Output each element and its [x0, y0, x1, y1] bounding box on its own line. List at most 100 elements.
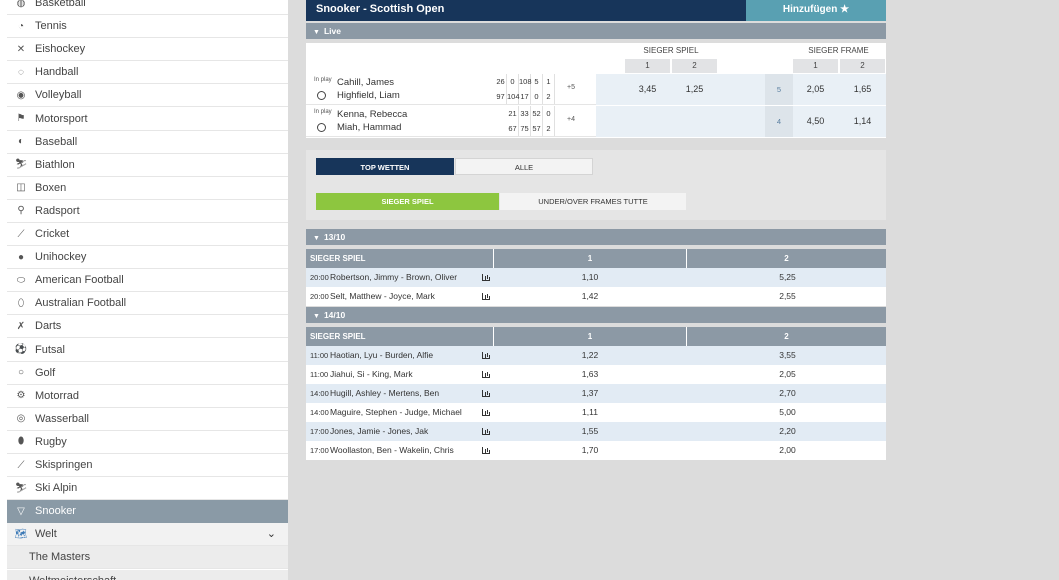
odd-frame-1[interactable]: 4,50	[793, 116, 838, 126]
collapse-triangle-icon: ▼	[313, 29, 320, 36]
live-section-header[interactable]: ▼ Live	[306, 23, 886, 39]
sidebar-subitem[interactable]: The Masters	[7, 546, 288, 570]
score-cell: 33	[519, 106, 531, 121]
rugby-icon: ⬮	[17, 436, 25, 448]
golf-icon: ○	[17, 367, 25, 379]
live-match-row[interactable]: In play Cahill, James Highfield, Liam 26 0…	[306, 74, 886, 105]
sidebar-item[interactable]: ⛷ Biathlon	[7, 154, 288, 177]
score-cell: 2	[543, 89, 555, 104]
sidebar-item[interactable]: ▽ Snooker	[7, 500, 288, 524]
more-markets-link[interactable]: +5	[567, 84, 575, 91]
sidebar-item[interactable]: ◔ Tennis	[7, 15, 288, 39]
statistics-icon[interactable]	[482, 274, 490, 281]
match-name[interactable]: Jiahui, Si - King, Mark	[330, 365, 413, 384]
score-cell: 108	[519, 74, 532, 89]
odd-2[interactable]: 2,55	[689, 287, 886, 306]
odd-1[interactable]: 1,37	[494, 384, 686, 403]
table-row[interactable]: 17:00 Woollaston, Ben - Wakelin, Chris 1…	[306, 441, 886, 460]
match-name[interactable]: Robertson, Jimmy - Brown, Oliver	[330, 268, 457, 287]
live-label: Live	[323, 26, 341, 36]
odd-1[interactable]: 1,11	[494, 403, 686, 422]
odd-frame-2[interactable]: 1,14	[840, 116, 885, 126]
odd-1[interactable]: 1,70	[494, 441, 686, 460]
date-section-header[interactable]: ▼ 14/10	[306, 307, 886, 323]
table-row[interactable]: 11:00 Haotian, Lyu - Burden, Alfie 1,22 …	[306, 346, 886, 365]
sidebar-item[interactable]: ⬭ American Football	[7, 269, 288, 293]
tab-top-wetten[interactable]: TOP WETTEN	[316, 158, 454, 175]
sidebar-item[interactable]: ⚽ Futsal	[7, 339, 288, 362]
statistics-icon[interactable]	[482, 409, 490, 416]
sidebar-item[interactable]: ◎ Wasserball	[7, 408, 288, 431]
score-cell: 75	[519, 121, 531, 136]
match-name[interactable]: Jones, Jamie - Jones, Jak	[330, 422, 428, 441]
volleyball-icon: ◉	[16, 89, 26, 101]
sidebar-item[interactable]: ⟋ Skispringen	[7, 454, 288, 477]
sidebar-item[interactable]: ◫ Boxen	[7, 177, 288, 200]
odd-2[interactable]: 5,25	[689, 268, 886, 287]
sidebar-subitem[interactable]: Weltmeisterschaft	[7, 569, 288, 580]
statistics-icon[interactable]	[482, 352, 490, 359]
match-time: 20:00	[310, 292, 329, 301]
match-name[interactable]: Maguire, Stephen - Judge, Michael	[330, 403, 462, 422]
statistics-icon[interactable]	[482, 428, 490, 435]
tab-sieger-spiel[interactable]: SIEGER SPIEL	[316, 193, 499, 210]
table-row[interactable]: 14:00 Hugill, Ashley - Mertens, Ben 1,37…	[306, 384, 886, 403]
sidebar-item[interactable]: ⬯ Australian Football	[7, 292, 288, 316]
odd-1[interactable]: 1,42	[494, 287, 686, 306]
table-row[interactable]: 17:00 Jones, Jamie - Jones, Jak 1,55 2,2…	[306, 422, 886, 441]
tab-under-over-frames[interactable]: UNDER/OVER FRAMES TUTTE	[500, 193, 686, 210]
live-match-row[interactable]: In play Kenna, Rebecca Miah, Hammad 21 33 5…	[306, 106, 886, 137]
sidebar-item[interactable]: ✕ Eishockey	[7, 38, 288, 62]
sidebar-item[interactable]: ◐ Baseball	[7, 131, 288, 154]
odd-2[interactable]: 2,20	[689, 422, 886, 441]
sidebar-item[interactable]: ○ Golf	[7, 362, 288, 385]
match-name[interactable]: Hugill, Ashley - Mertens, Ben	[330, 384, 439, 403]
statistics-icon[interactable]	[482, 390, 490, 397]
sidebar-item[interactable]: ⬮ Rugby	[7, 431, 288, 454]
odd-frame-1[interactable]: 2,05	[793, 84, 838, 94]
more-markets-link[interactable]: +4	[567, 116, 575, 123]
odd-2[interactable]: 2,70	[689, 384, 886, 403]
odd-1[interactable]: 1,10	[494, 268, 686, 287]
date-section-header[interactable]: ▼ 13/10	[306, 229, 886, 245]
sidebar-item[interactable]: ⚙ Motorrad	[7, 385, 288, 408]
odd-1[interactable]: 1,55	[494, 422, 686, 441]
sidebar-item[interactable]: ● Unihockey	[7, 246, 288, 270]
sidebar-item[interactable]: ◍ Basketball	[7, 0, 288, 15]
sidebar-region-welt[interactable]: 🗺 Welt ⌄	[7, 523, 288, 547]
odd-1[interactable]: 1,63	[494, 365, 686, 384]
cycling-icon: ⚲	[17, 205, 25, 217]
odd-2[interactable]: 2,05	[689, 365, 886, 384]
sidebar-item[interactable]: ⚑ Motorsport	[7, 108, 288, 131]
sidebar-item[interactable]: ◉ Volleyball	[7, 84, 288, 108]
odd-spiel-2[interactable]: 1,25	[672, 84, 717, 94]
sidebar-item[interactable]: ✗ Darts	[7, 315, 288, 339]
sidebar-item[interactable]: ⚲ Radsport	[7, 200, 288, 223]
odd-2[interactable]: 3,55	[689, 346, 886, 365]
sidebar-item[interactable]: ⛷ Ski Alpin	[7, 477, 288, 501]
odd-frame-2[interactable]: 1,65	[840, 84, 885, 94]
collapse-triangle-icon: ▼	[313, 235, 320, 242]
table-row[interactable]: 20:00 Selt, Matthew - Joyce, Mark 1,42 2…	[306, 287, 886, 306]
score-cell: 26	[495, 74, 507, 89]
sidebar-item[interactable]: ⟋ Cricket	[7, 223, 288, 246]
table-row[interactable]: 14:00 Maguire, Stephen - Judge, Michael …	[306, 403, 886, 422]
odd-2[interactable]: 2,00	[689, 441, 886, 460]
match-name[interactable]: Selt, Matthew - Joyce, Mark	[330, 287, 435, 306]
statistics-icon[interactable]	[482, 293, 490, 300]
odd-2[interactable]: 5,00	[689, 403, 886, 422]
odd-1[interactable]: 1,22	[494, 346, 686, 365]
odd-spiel-1[interactable]: 3,45	[625, 84, 670, 94]
statistics-icon[interactable]	[482, 371, 490, 378]
sidebar-item-label: Motorsport	[35, 112, 88, 125]
tab-alle[interactable]: ALLE	[455, 158, 593, 175]
sidebar-item-label: Baseball	[35, 135, 78, 148]
table-row[interactable]: 11:00 Jiahui, Si - King, Mark 1,63 2,05	[306, 365, 886, 384]
statistics-icon[interactable]	[482, 447, 490, 454]
match-name[interactable]: Haotian, Lyu - Burden, Alfie	[330, 346, 433, 365]
table-row[interactable]: 20:00 Robertson, Jimmy - Brown, Oliver 1…	[306, 268, 886, 287]
add-favorite-button[interactable]: Hinzufügen ★	[746, 0, 886, 21]
sidebar-item[interactable]: ◌ Handball	[7, 61, 288, 85]
score-cell: 57	[531, 121, 543, 136]
match-name[interactable]: Woollaston, Ben - Wakelin, Chris	[330, 441, 454, 460]
